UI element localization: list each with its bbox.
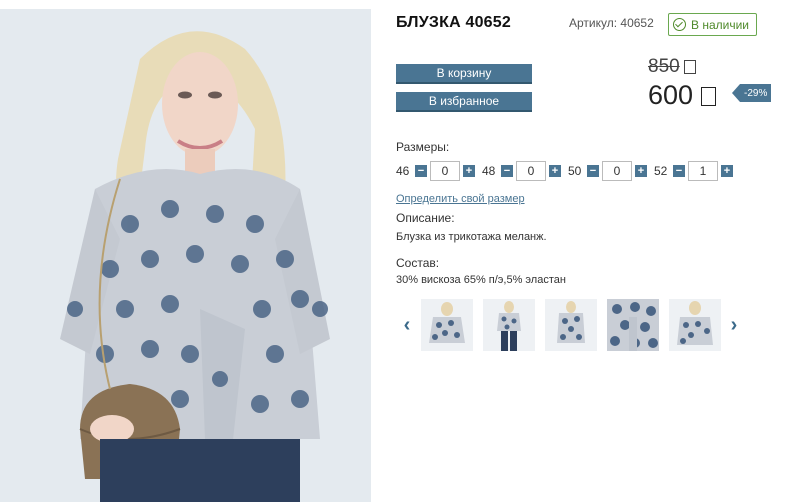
- size-group-50: 50 − 0 +: [568, 161, 647, 181]
- size-number: 46: [396, 164, 410, 178]
- composition-text: 30% вискоза 65% п/э,5% эластан: [396, 274, 566, 286]
- quantity-input[interactable]: 0: [602, 161, 632, 181]
- size-selector: 46 − 0 + 48 − 0 + 50 − 0 + 52 − 1 +: [396, 161, 740, 181]
- size-group-52: 52 − 1 +: [654, 161, 733, 181]
- thumbnail-2[interactable]: [483, 299, 535, 351]
- quantity-input[interactable]: 0: [516, 161, 546, 181]
- thumbnail-4[interactable]: [607, 299, 659, 351]
- size-number: 48: [482, 164, 496, 178]
- plus-button[interactable]: +: [463, 165, 475, 177]
- product-title: БЛУЗКА 40652: [396, 14, 511, 31]
- size-group-46: 46 − 0 +: [396, 161, 475, 181]
- thumbnail-1[interactable]: [421, 299, 473, 351]
- discount-badge: -29%: [731, 84, 772, 102]
- quantity-input[interactable]: 1: [688, 161, 718, 181]
- main-product-photo[interactable]: [0, 9, 371, 502]
- composition-label: Состав:: [396, 256, 440, 270]
- product-sku: Артикул: 40652: [569, 16, 654, 30]
- currency-icon: [683, 59, 696, 74]
- old-price: 850: [648, 56, 696, 78]
- thumbnail-3[interactable]: [545, 299, 597, 351]
- plus-button[interactable]: +: [721, 165, 733, 177]
- add-to-favorites-button[interactable]: В избранное: [396, 92, 532, 112]
- check-circle-icon: [673, 18, 686, 31]
- current-price-value: 600: [648, 80, 694, 110]
- chevron-right-icon[interactable]: ›: [726, 299, 742, 351]
- thumbnail-5[interactable]: [669, 299, 721, 351]
- minus-button[interactable]: −: [587, 165, 599, 177]
- size-number: 52: [654, 164, 668, 178]
- plus-button[interactable]: +: [549, 165, 561, 177]
- minus-button[interactable]: −: [415, 165, 427, 177]
- description-label: Описание:: [396, 211, 455, 225]
- minus-button[interactable]: −: [673, 165, 685, 177]
- size-guide-link[interactable]: Определить свой размер: [396, 193, 525, 205]
- description-text: Блузка из трикотажа меланж.: [396, 231, 547, 243]
- quantity-input[interactable]: 0: [430, 161, 460, 181]
- current-price: 600: [648, 80, 717, 111]
- chevron-left-icon[interactable]: ‹: [399, 299, 415, 351]
- stock-label: В наличии: [691, 17, 750, 32]
- size-group-48: 48 − 0 +: [482, 161, 561, 181]
- minus-button[interactable]: −: [501, 165, 513, 177]
- sizes-label: Размеры:: [396, 140, 450, 154]
- currency-icon: [701, 87, 717, 107]
- old-price-value: 850: [648, 56, 680, 77]
- add-to-cart-button[interactable]: В корзину: [396, 64, 532, 84]
- plus-button[interactable]: +: [635, 165, 647, 177]
- in-stock-badge: В наличии: [668, 13, 757, 36]
- thumbnail-gallery: ‹ ›: [399, 299, 742, 351]
- size-number: 50: [568, 164, 582, 178]
